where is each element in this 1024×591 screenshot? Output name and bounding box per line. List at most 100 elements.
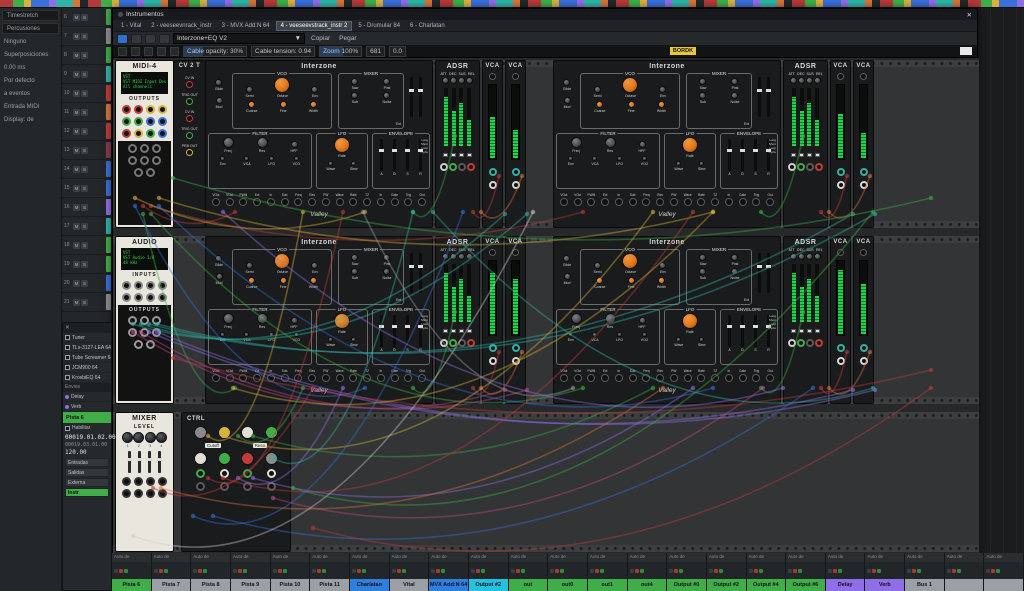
mix-knob[interactable] [699, 268, 706, 275]
mode-button[interactable] [467, 329, 472, 333]
jack[interactable] [629, 198, 637, 206]
fx-slot-dot[interactable] [749, 569, 753, 573]
mode-button[interactable] [815, 329, 820, 333]
jack[interactable] [134, 293, 143, 302]
tempo-display[interactable]: 120.00 [63, 448, 111, 457]
fx-slot-dot[interactable] [788, 569, 792, 573]
track-setting-label[interactable]: Ninguno [0, 36, 61, 49]
cv-jack[interactable] [860, 249, 867, 256]
att-slider[interactable] [444, 88, 448, 146]
lfo-knob[interactable] [699, 161, 704, 166]
fx-slot-dot[interactable] [550, 569, 554, 573]
channel-name[interactable]: Delay [826, 579, 865, 591]
vca-module[interactable]: VCA [830, 236, 851, 404]
vco-knob[interactable] [248, 101, 255, 108]
record-arm-dot[interactable] [912, 569, 916, 573]
dec-slider[interactable] [452, 264, 456, 322]
fx-slot-dot[interactable] [986, 569, 990, 573]
fx-item[interactable]: KrosbiEQ 64 [63, 373, 111, 383]
mix-knob[interactable] [383, 92, 390, 99]
record-arm-dot[interactable] [635, 569, 639, 573]
jack[interactable] [587, 374, 595, 382]
slider[interactable] [758, 77, 761, 117]
rate-knob[interactable] [682, 137, 698, 153]
record-arm-dot[interactable] [436, 569, 440, 573]
lfo-knob[interactable] [676, 161, 681, 166]
mixer-channel[interactable]: Auto de Output #2 [469, 553, 509, 591]
channel-name[interactable] [984, 579, 1023, 591]
jack[interactable] [267, 469, 276, 478]
jack[interactable] [574, 374, 582, 382]
cv-jack[interactable] [860, 73, 867, 80]
vca-module[interactable]: VCA [505, 236, 526, 404]
jack[interactable] [134, 105, 143, 114]
channel-name[interactable]: Pista 8 [191, 579, 230, 591]
jack[interactable] [146, 129, 155, 138]
mute-button[interactable]: M [73, 204, 80, 211]
monitor-dot[interactable] [441, 569, 445, 573]
env-slider[interactable] [754, 139, 757, 171]
jack[interactable] [308, 374, 316, 382]
jack[interactable] [212, 198, 220, 206]
mute-button[interactable]: M [73, 33, 80, 40]
jack[interactable] [134, 117, 143, 126]
track-row[interactable]: 16 M S [62, 198, 111, 217]
jack[interactable] [134, 168, 143, 177]
freq-knob[interactable] [223, 137, 234, 148]
fx-slot-dot[interactable] [154, 569, 158, 573]
record-arm-dot[interactable] [357, 569, 361, 573]
jack[interactable] [797, 163, 805, 171]
slider[interactable] [419, 77, 422, 117]
record-arm-dot[interactable] [278, 569, 282, 573]
adsr-module[interactable]: ADSR ATTDECSUSREL [435, 236, 480, 404]
channel-automation-button[interactable]: Auto de [112, 553, 151, 562]
slider[interactable] [158, 451, 161, 473]
jack[interactable] [239, 374, 247, 382]
fx-slot-dot[interactable] [590, 569, 594, 573]
out-jack[interactable] [860, 357, 868, 365]
level-knob[interactable] [122, 432, 133, 443]
out-jack[interactable] [489, 181, 497, 189]
mixer-channel[interactable]: Auto de Charlatan [350, 553, 390, 591]
mute-button[interactable]: M [73, 147, 80, 154]
channel-name[interactable]: out1 [588, 579, 627, 591]
close-icon[interactable]: ✕ [65, 325, 70, 331]
mod-depth-knob[interactable] [592, 332, 597, 337]
mixer-channel[interactable]: Auto de Verb [865, 553, 905, 591]
in-jack[interactable] [860, 344, 868, 352]
monitor-dot[interactable] [996, 569, 1000, 573]
slider[interactable] [767, 253, 770, 293]
fx-slot-dot[interactable] [907, 569, 911, 573]
mixer-channel[interactable]: Auto de Vital [390, 553, 430, 591]
fx-slot-dot[interactable] [669, 569, 673, 573]
mute-button[interactable]: M [73, 185, 80, 192]
jack[interactable] [146, 105, 155, 114]
param-knob[interactable] [798, 253, 805, 260]
record-arm-dot[interactable] [872, 569, 876, 573]
jack[interactable] [697, 198, 705, 206]
env-slider[interactable] [741, 315, 744, 347]
out-jack[interactable] [860, 181, 868, 189]
record-arm-dot[interactable] [555, 569, 559, 573]
solo-button[interactable]: S [81, 242, 88, 249]
jack[interactable] [243, 482, 252, 491]
ctrl-module[interactable]: CTRL CutoffReso [181, 412, 291, 552]
vca-module[interactable]: VCA [482, 60, 503, 228]
semi-knob[interactable] [594, 86, 601, 93]
track-row[interactable]: 13 M S [62, 141, 111, 160]
channel-automation-button[interactable]: Auto de [231, 553, 270, 562]
macro-knob[interactable] [265, 426, 278, 439]
macro-knob[interactable] [194, 426, 207, 439]
param-knob[interactable] [814, 253, 821, 260]
knob[interactable] [216, 273, 223, 280]
adsr-module[interactable]: ADSR ATTDECSUSREL [435, 60, 480, 228]
undo-icon[interactable] [157, 47, 166, 56]
in-jack[interactable] [512, 344, 520, 352]
jack[interactable] [670, 374, 678, 382]
jack[interactable] [418, 198, 426, 206]
rel-slider[interactable] [815, 264, 819, 322]
in-jack[interactable] [837, 344, 845, 352]
solo-button[interactable]: S [81, 261, 88, 268]
jack[interactable] [281, 198, 289, 206]
macro-knob[interactable] [218, 452, 231, 465]
